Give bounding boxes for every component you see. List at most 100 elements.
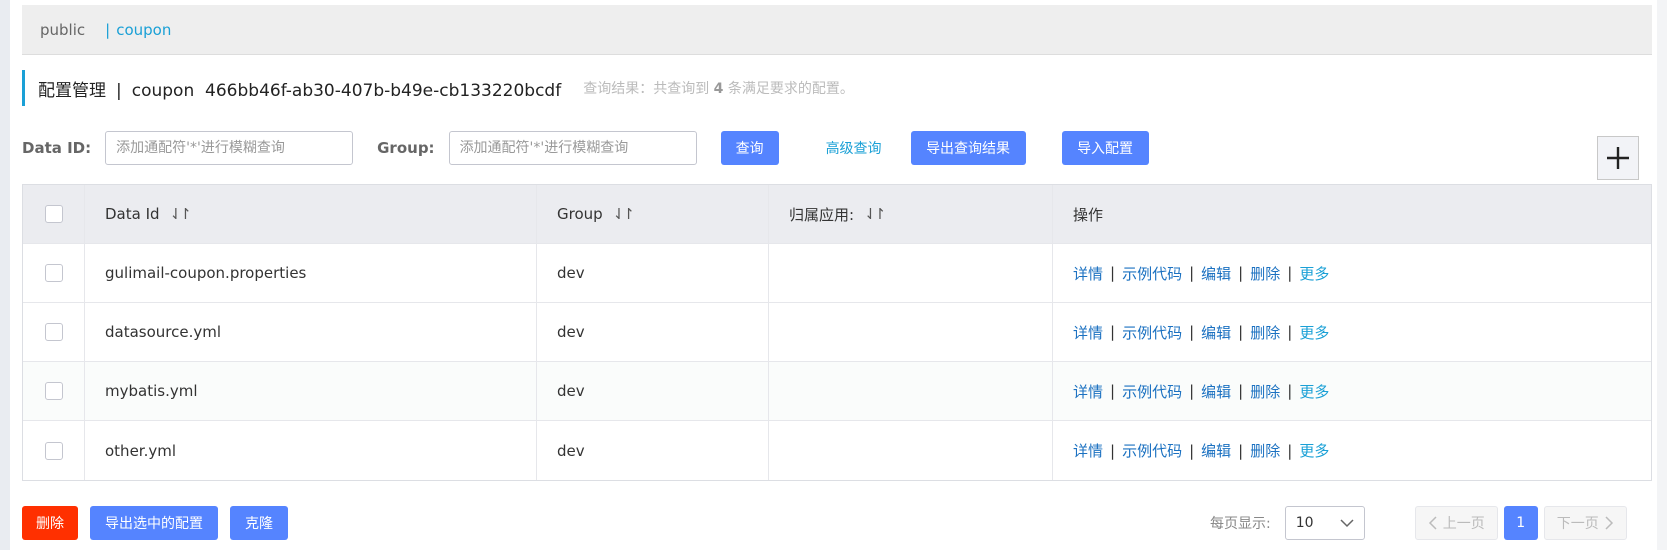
- page-size-label: 每页显示:: [1210, 516, 1271, 532]
- page-number-current[interactable]: 1: [1503, 506, 1538, 540]
- import-config-button[interactable]: 导入配置: [1061, 131, 1149, 165]
- row-checkbox-cell: [23, 244, 85, 302]
- op-separator: |: [1238, 264, 1244, 282]
- pagination: 每页显示: 10 上一页 1 下一页: [1210, 506, 1627, 540]
- query-button[interactable]: 查询: [720, 131, 779, 165]
- op-separator: |: [1287, 382, 1293, 400]
- more-link[interactable]: 更多: [1299, 381, 1329, 402]
- clone-button[interactable]: 克隆: [230, 506, 288, 540]
- op-separator: |: [1238, 382, 1244, 400]
- cell-app: [769, 244, 1053, 302]
- edit-link[interactable]: 编辑: [1201, 263, 1231, 284]
- prev-page-button[interactable]: 上一页: [1414, 506, 1498, 540]
- detail-link[interactable]: 详情: [1073, 322, 1103, 343]
- more-link[interactable]: 更多: [1299, 322, 1329, 343]
- cell-actions: 详情 | 示例代码 | 编辑 | 删除 | 更多: [1053, 303, 1651, 361]
- cell-group: dev: [537, 244, 769, 302]
- more-link[interactable]: 更多: [1299, 263, 1329, 284]
- cell-data-id: other.yml: [85, 421, 537, 480]
- sort-icon[interactable]: ⇃↾: [170, 205, 192, 223]
- result-suffix: 条满足要求的配置。: [727, 81, 854, 97]
- select-all-checkbox[interactable]: [44, 205, 63, 223]
- cell-group: dev: [537, 303, 769, 361]
- query-result-info: 查询结果：共查询到 4 条满足要求的配置。: [583, 78, 854, 98]
- sample-code-link[interactable]: 示例代码: [1122, 322, 1182, 343]
- row-checkbox[interactable]: [44, 441, 63, 460]
- row-checkbox-cell: [23, 362, 85, 420]
- cell-app: [769, 362, 1053, 420]
- chevron-left-icon: [1428, 516, 1437, 530]
- prev-label: 上一页: [1442, 516, 1485, 532]
- table-row: mybatis.yml dev 详情 | 示例代码 | 编辑 | 删除 | 更多: [23, 362, 1651, 421]
- page-title: 配置管理 | coupon 466bb46f-ab30-407b-b49e-cb13…: [38, 76, 561, 101]
- op-separator: |: [1189, 264, 1195, 282]
- next-page-button[interactable]: 下一页: [1543, 506, 1627, 540]
- delete-link[interactable]: 删除: [1250, 263, 1280, 284]
- page-size-select[interactable]: 10: [1284, 506, 1365, 540]
- add-config-button[interactable]: [1597, 136, 1639, 180]
- header-checkbox-cell: [23, 185, 85, 243]
- row-checkbox[interactable]: [44, 264, 63, 282]
- op-separator: |: [1110, 323, 1116, 341]
- result-prefix: 查询结果：共查询到: [583, 81, 710, 97]
- header-app[interactable]: 归属应用: ⇃↾: [769, 185, 1053, 243]
- more-link[interactable]: 更多: [1299, 440, 1329, 461]
- page-title-text: 配置管理: [38, 80, 106, 101]
- header-data-id[interactable]: Data Id ⇃↾: [85, 185, 537, 243]
- group-input[interactable]: [448, 131, 697, 165]
- chevron-right-icon: [1605, 516, 1613, 530]
- delete-link[interactable]: 删除: [1250, 440, 1280, 461]
- table-header-row: Data Id ⇃↾ Group ⇃↾ 归属应用: ⇃↾ 操作: [23, 185, 1651, 244]
- detail-link[interactable]: 详情: [1073, 263, 1103, 284]
- group-label: Group:: [377, 139, 435, 157]
- column-label: Data Id: [105, 205, 160, 223]
- delete-link[interactable]: 删除: [1250, 381, 1280, 402]
- op-separator: |: [1287, 323, 1293, 341]
- header-group[interactable]: Group ⇃↾: [537, 185, 769, 243]
- data-id-input[interactable]: [105, 131, 354, 165]
- cell-app: [769, 421, 1053, 480]
- row-checkbox-cell: [23, 303, 85, 361]
- config-table: Data Id ⇃↾ Group ⇃↾ 归属应用: ⇃↾ 操作 gulimail-co…: [22, 184, 1652, 481]
- sort-icon[interactable]: ⇃↾: [613, 205, 635, 223]
- right-scrollbar-track[interactable]: [1657, 0, 1667, 550]
- op-separator: |: [1238, 323, 1244, 341]
- row-checkbox[interactable]: [44, 382, 63, 400]
- table-row: gulimail-coupon.properties dev 详情 | 示例代码 | 编…: [23, 244, 1651, 303]
- edit-link[interactable]: 编辑: [1201, 440, 1231, 461]
- op-separator: |: [1110, 441, 1116, 460]
- table-row: other.yml dev 详情 | 示例代码 | 编辑 | 删除 | 更多: [23, 421, 1651, 480]
- plus-icon: [1607, 147, 1629, 169]
- op-separator: |: [1287, 264, 1293, 282]
- op-separator: |: [1189, 382, 1195, 400]
- bulk-actions: 删除 导出选中的配置 克隆: [22, 506, 288, 540]
- export-selected-button[interactable]: 导出选中的配置: [90, 506, 218, 540]
- op-separator: |: [1287, 441, 1293, 460]
- namespace-bar: public | coupon: [22, 5, 1652, 55]
- edit-link[interactable]: 编辑: [1201, 381, 1231, 402]
- page-header: 配置管理 | coupon 466bb46f-ab30-407b-b49e-cb13…: [22, 70, 854, 106]
- sample-code-link[interactable]: 示例代码: [1122, 381, 1182, 402]
- row-checkbox-cell: [23, 421, 85, 480]
- op-separator: |: [1110, 264, 1116, 282]
- namespace-public[interactable]: public: [40, 21, 85, 39]
- delete-link[interactable]: 删除: [1250, 322, 1280, 343]
- sort-icon[interactable]: ⇃↾: [864, 205, 886, 223]
- sample-code-link[interactable]: 示例代码: [1122, 440, 1182, 461]
- table-row: datasource.yml dev 详情 | 示例代码 | 编辑 | 删除 | 更多: [23, 303, 1651, 362]
- column-label: 操作: [1073, 205, 1104, 224]
- detail-link[interactable]: 详情: [1073, 381, 1103, 402]
- column-label: 归属应用:: [789, 205, 855, 224]
- chevron-down-icon: [1340, 518, 1354, 527]
- page-size-value: 10: [1295, 515, 1314, 531]
- sample-code-link[interactable]: 示例代码: [1122, 263, 1182, 284]
- edit-link[interactable]: 编辑: [1201, 322, 1231, 343]
- detail-link[interactable]: 详情: [1073, 440, 1103, 461]
- cell-group: dev: [537, 362, 769, 420]
- export-results-button[interactable]: 导出查询结果: [910, 131, 1026, 165]
- bulk-delete-button[interactable]: 删除: [22, 506, 78, 540]
- advanced-query-link[interactable]: 高级查询: [826, 138, 882, 158]
- row-checkbox[interactable]: [44, 323, 63, 341]
- namespace-coupon[interactable]: coupon: [116, 21, 171, 39]
- cell-data-id: gulimail-coupon.properties: [85, 244, 537, 302]
